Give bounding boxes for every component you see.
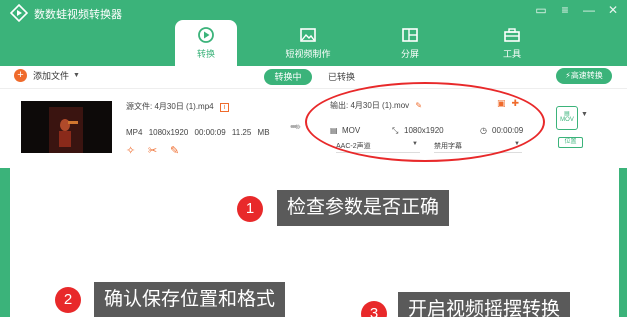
tab-label: 短视频制作 xyxy=(285,49,331,59)
source-resolution: 1080x1920 xyxy=(148,128,189,137)
convert-icon xyxy=(198,27,214,43)
tab-convert[interactable]: 转换 xyxy=(175,20,237,66)
tab-short-video[interactable]: 短视频制作 xyxy=(277,20,339,66)
split-screen-icon xyxy=(402,28,418,42)
source-duration: 00:00:09 xyxy=(194,128,226,137)
cut-icon[interactable]: ✂ xyxy=(148,145,160,157)
thumbnail-image xyxy=(21,101,112,153)
tab-label: 转换 xyxy=(196,49,215,59)
app-logo-icon xyxy=(10,4,28,22)
step-caption: 检查参数是否正确 xyxy=(277,190,450,226)
right-border xyxy=(619,168,627,317)
add-file-button[interactable]: + 添加文件 ▼ xyxy=(14,69,80,82)
app-header: 数数蛙视频转换器 ▭ ≡ — ✕ 转换 短视频制作 分屏 工具 xyxy=(0,0,627,66)
toolbox-icon xyxy=(504,28,520,42)
location-button[interactable]: 位置 xyxy=(558,137,583,148)
video-thumbnail[interactable] xyxy=(21,101,112,153)
tab-tools[interactable]: 工具 xyxy=(481,20,543,66)
source-meta: MP4 1080x1920 00:00:09 11.25 MB xyxy=(126,128,270,137)
source-format: MP4 xyxy=(126,128,143,137)
chevron-down-icon[interactable]: ▼ xyxy=(581,111,588,118)
left-border xyxy=(0,168,10,317)
tab-converting[interactable]: 转换中 xyxy=(264,69,312,85)
annotation-ellipse xyxy=(305,82,545,162)
main-tabs: 转换 短视频制作 分屏 工具 xyxy=(175,20,583,66)
minimize-icon[interactable]: — xyxy=(581,2,597,18)
menu-icon[interactable]: ≡ xyxy=(557,2,573,18)
add-file-label: 添加文件 xyxy=(33,71,70,81)
step-caption: 确认保存位置和格式 xyxy=(94,282,286,317)
close-icon[interactable]: ✕ xyxy=(605,2,621,18)
toolbar: + 添加文件 ▼ 转换中 已转换 ⚡高速转换 xyxy=(0,66,627,88)
tab-label: 工具 xyxy=(502,49,521,59)
image-icon xyxy=(300,28,316,42)
format-picker-icon[interactable]: ▤ MOV xyxy=(556,106,578,130)
comment-icon[interactable]: ▭ xyxy=(533,2,549,18)
source-size: 11.25 MB xyxy=(231,128,270,137)
arrow-right-icon: •••›› xyxy=(290,121,301,133)
app-title: 数数蛙视频转换器 xyxy=(34,9,122,21)
chevron-down-icon: ▼ xyxy=(73,72,80,79)
source-file-name: 源文件: 4月30日 (1).mp4 i xyxy=(126,101,229,112)
source-label: 源文件: xyxy=(126,102,153,111)
window-controls: ▭ ≡ — ✕ xyxy=(533,2,621,18)
step-number: 2 xyxy=(55,287,81,313)
fast-convert-label: 高速转换 xyxy=(570,71,603,80)
edit-icon[interactable]: ✎ xyxy=(170,145,182,157)
source-name: 4月30日 (1).mp4 xyxy=(154,102,214,111)
tab-label: 分屏 xyxy=(400,49,419,59)
enhance-icon[interactable]: ✧ xyxy=(126,145,138,157)
step-number: 1 xyxy=(237,196,263,222)
fast-convert-button[interactable]: ⚡高速转换 xyxy=(556,68,612,84)
tab-split-screen[interactable]: 分屏 xyxy=(379,20,441,66)
info-icon[interactable]: i xyxy=(219,103,229,112)
file-actions: ✧ ✂ ✎ xyxy=(126,145,182,157)
tab-converted[interactable]: 已转换 xyxy=(328,69,355,85)
step-caption: 开启视频摇摆转换 xyxy=(398,292,571,317)
plus-icon: + xyxy=(14,69,27,82)
